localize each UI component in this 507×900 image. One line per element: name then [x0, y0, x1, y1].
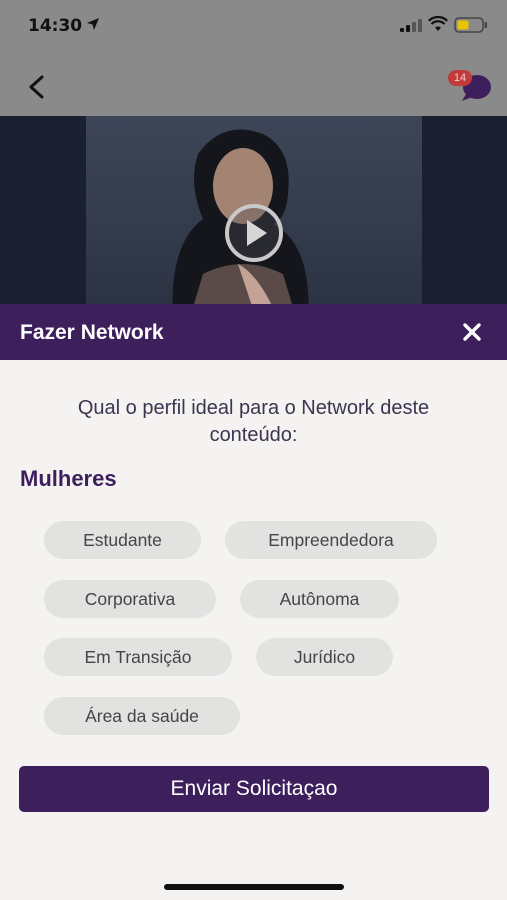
- chip-corporativa[interactable]: Corporativa: [44, 580, 216, 618]
- chip-empreendedora[interactable]: Empreendedora: [225, 521, 437, 559]
- status-bar: 14:30: [0, 0, 507, 52]
- modal-header: Fazer Network: [0, 304, 507, 360]
- play-icon[interactable]: [223, 202, 285, 264]
- chip-autonoma[interactable]: Autônoma: [240, 580, 399, 618]
- wifi-icon: [428, 16, 448, 31]
- chat-button[interactable]: 14: [444, 68, 494, 104]
- location-arrow-icon: [87, 18, 99, 30]
- chip-em-transicao[interactable]: Em Transição: [44, 638, 232, 676]
- modal-title: Fazer Network: [20, 321, 164, 344]
- back-button[interactable]: [22, 72, 52, 102]
- section-label: Mulheres: [20, 466, 117, 491]
- chip-area-da-saude[interactable]: Área da saúde: [44, 697, 240, 735]
- chip-juridico[interactable]: Jurídico: [256, 638, 393, 676]
- question-text: Qual o perfil ideal para o Network deste…: [77, 397, 430, 446]
- status-time: 14:30: [28, 16, 83, 36]
- cellular-signal-icon: [400, 19, 422, 32]
- close-icon[interactable]: [460, 320, 484, 344]
- notification-badge: 14: [448, 70, 472, 86]
- chip-estudante[interactable]: Estudante: [44, 521, 201, 559]
- battery-icon: [454, 17, 487, 33]
- video-player[interactable]: [0, 116, 507, 304]
- home-indicator: [164, 884, 344, 890]
- submit-request-button[interactable]: Enviar Solicitaçao: [19, 766, 489, 812]
